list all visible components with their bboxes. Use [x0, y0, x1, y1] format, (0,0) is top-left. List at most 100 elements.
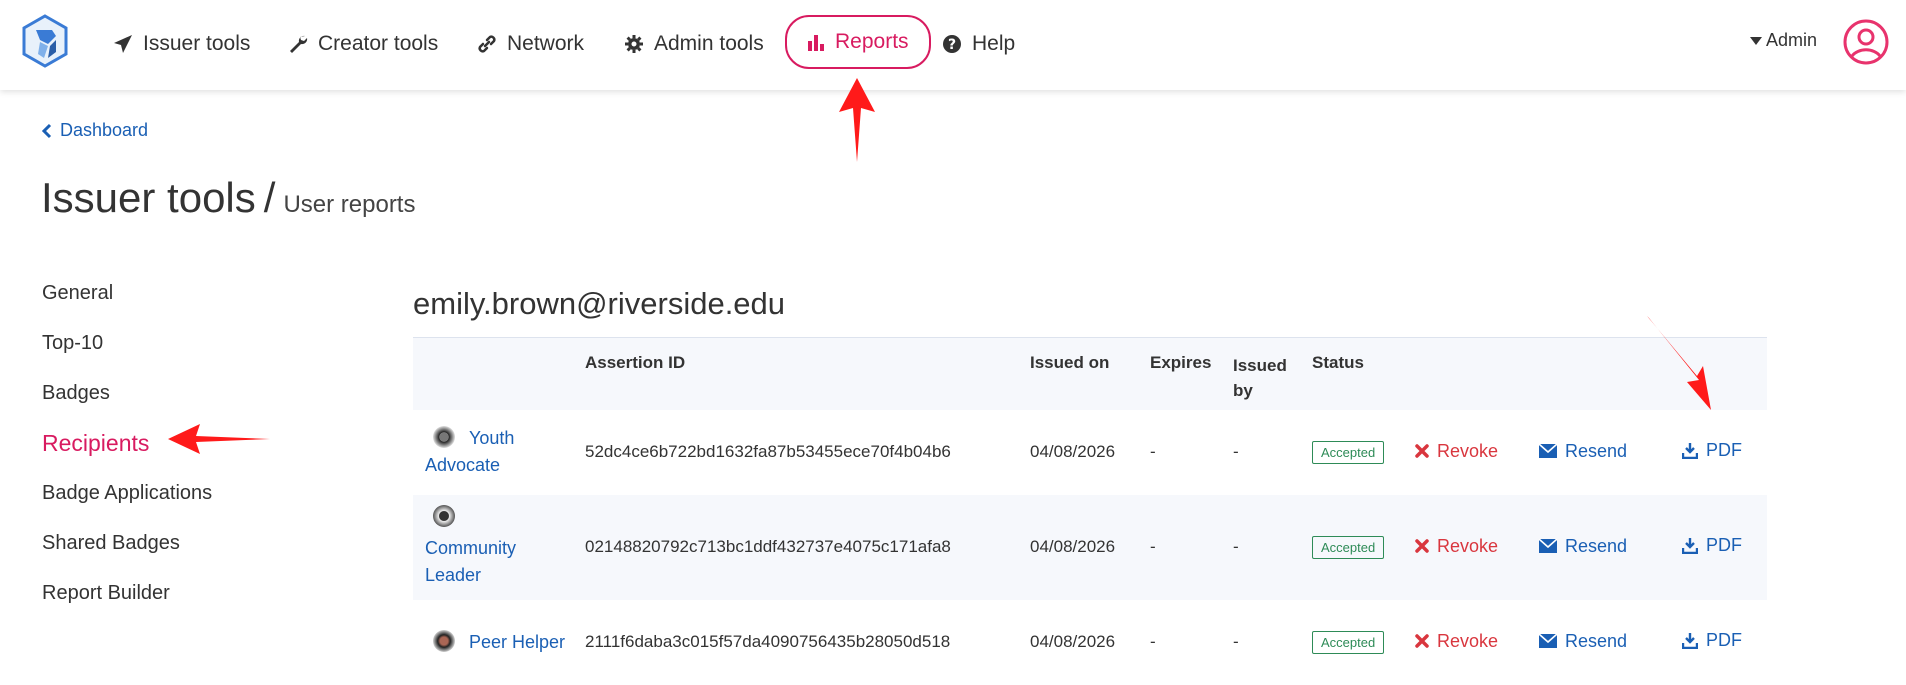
- col-resend: [1539, 338, 1682, 410]
- sidebar-item-report-builder[interactable]: Report Builder: [42, 568, 212, 618]
- times-icon: [1415, 634, 1429, 648]
- nav-issuer-tools-label: Issuer tools: [143, 32, 251, 55]
- assertion-id-cell: 2111f6daba3c015f57da4090756435b28050d518: [585, 632, 951, 651]
- nav-creator-tools-label: Creator tools: [318, 32, 439, 55]
- status-cell: Accepted: [1312, 495, 1415, 600]
- badge-link[interactable]: Peer Helper: [425, 629, 575, 656]
- admin-label: Admin: [1766, 30, 1818, 50]
- sidebar-item-badges[interactable]: Badges: [42, 368, 212, 418]
- badge-name[interactable]: Peer Helper: [469, 632, 565, 652]
- sidebar-item-shared-badges[interactable]: Shared Badges: [42, 518, 212, 568]
- col-status: Status: [1312, 353, 1364, 372]
- assertions-table: Assertion ID Issued on Expires Issued by…: [413, 337, 1767, 685]
- pdf-download-button[interactable]: PDF: [1682, 630, 1742, 651]
- assertion-id-cell: 02148820792c713bc1ddf432737e4075c171afa8: [585, 537, 951, 556]
- sidebar-item-recipients[interactable]: Recipients: [42, 418, 212, 468]
- status-cell: Accepted: [1312, 410, 1415, 495]
- assertion-id-cell: 52dc4ce6b722bd1632fa87b53455ece70f4b04b6: [585, 442, 951, 461]
- col-assertion-id: Assertion ID: [585, 353, 686, 372]
- resend-label: Resend: [1565, 630, 1628, 651]
- issued-by-cell: -: [1233, 442, 1239, 461]
- chevron-left-icon: [42, 123, 52, 138]
- col-issued-by-label: Issued by: [1233, 356, 1287, 400]
- svg-text:?: ?: [948, 37, 956, 53]
- badge-thumbnail: [433, 629, 455, 652]
- nav-issuer-tools[interactable]: Issuer tools: [113, 22, 250, 66]
- col-issued-by: Issued by: [1233, 338, 1312, 410]
- expires-cell: -: [1150, 442, 1156, 461]
- download-icon: [1682, 443, 1698, 459]
- admin-dropdown[interactable]: Admin: [1750, 30, 1817, 51]
- envelope-icon: [1539, 539, 1557, 554]
- revoke-button[interactable]: Revoke: [1415, 631, 1498, 652]
- col-expires: Expires: [1150, 353, 1212, 372]
- table-header-row: Assertion ID Issued on Expires Issued by…: [413, 337, 1767, 410]
- status-cell: Accepted: [1312, 600, 1415, 685]
- revoke-label: Revoke: [1437, 535, 1499, 556]
- status-badge: Accepted: [1312, 630, 1385, 654]
- breadcrumb-dashboard-link[interactable]: Dashboard: [60, 120, 148, 141]
- breadcrumb[interactable]: Dashboard: [42, 120, 148, 141]
- envelope-icon: [1539, 444, 1557, 459]
- download-icon: [1682, 538, 1698, 554]
- issued-by-cell: -: [1233, 632, 1239, 651]
- table-row: Community Leader 02148820792c713bc1ddf43…: [413, 494, 1767, 600]
- resend-cell: Resend: [1539, 600, 1682, 685]
- col-revoke: [1415, 338, 1539, 410]
- wrench-icon: [290, 35, 308, 53]
- expires-cell: -: [1150, 537, 1156, 556]
- resend-button[interactable]: Resend: [1539, 536, 1627, 557]
- link-icon: [478, 35, 496, 53]
- badge-link[interactable]: Youth Advocate: [425, 425, 575, 479]
- resend-label: Resend: [1565, 535, 1628, 556]
- issued-on-cell: 04/08/2026: [1030, 632, 1116, 651]
- nav-creator-tools[interactable]: Creator tools: [288, 22, 438, 66]
- nav-admin-tools-label: Admin tools: [654, 32, 764, 55]
- nav-help[interactable]: ? Help: [942, 22, 1015, 66]
- pdf-cell: PDF: [1682, 410, 1767, 495]
- resend-button[interactable]: Resend: [1539, 631, 1627, 652]
- expires-cell: -: [1150, 632, 1156, 651]
- revoke-cell: Revoke: [1415, 495, 1539, 600]
- pdf-download-button[interactable]: PDF: [1682, 535, 1742, 556]
- badge-link[interactable]: Community Leader: [425, 505, 575, 589]
- revoke-cell: Revoke: [1415, 600, 1539, 685]
- top-navbar: Issuer tools Creator tools Network Admin…: [0, 0, 1906, 90]
- pdf-cell: PDF: [1682, 495, 1767, 600]
- download-icon: [1682, 633, 1698, 649]
- revoke-cell: Revoke: [1415, 410, 1539, 495]
- resend-label: Resend: [1565, 440, 1628, 461]
- issued-on-cell: 04/08/2026: [1030, 537, 1116, 556]
- pdf-label: PDF: [1706, 630, 1742, 650]
- badge-cell: Youth Advocate: [413, 410, 585, 495]
- envelope-icon: [1539, 634, 1557, 649]
- badge-cell: Community Leader: [413, 495, 585, 600]
- col-badge: [413, 338, 585, 410]
- issued-on-cell: 04/08/2026: [1030, 442, 1116, 461]
- page-title-main: Issuer tools: [41, 174, 256, 221]
- annotation-arrow-reports: [839, 78, 875, 162]
- revoke-button[interactable]: Revoke: [1415, 441, 1498, 462]
- nav-help-label: Help: [972, 32, 1016, 55]
- report-sidebar: General Top-10 Badges Recipients Badge A…: [42, 268, 212, 618]
- sidebar-item-badge-applications[interactable]: Badge Applications: [42, 468, 212, 518]
- app-logo-icon[interactable]: [22, 14, 68, 68]
- page-subtitle: User reports: [283, 191, 416, 218]
- caret-down-icon: [1750, 36, 1762, 45]
- times-icon: [1415, 539, 1429, 553]
- nav-network[interactable]: Network: [477, 22, 584, 66]
- user-avatar-icon[interactable]: [1843, 19, 1889, 65]
- sidebar-item-top-10[interactable]: Top-10: [42, 318, 212, 368]
- issued-by-cell: -: [1233, 537, 1239, 556]
- resend-button[interactable]: Resend: [1539, 441, 1627, 462]
- sidebar-item-general[interactable]: General: [42, 268, 212, 318]
- revoke-button[interactable]: Revoke: [1415, 536, 1498, 557]
- nav-reports-label: Reports: [835, 30, 909, 53]
- revoke-label: Revoke: [1437, 440, 1499, 461]
- paper-plane-icon: [114, 35, 132, 53]
- nav-reports[interactable]: Reports: [785, 15, 931, 69]
- pdf-download-button[interactable]: PDF: [1682, 440, 1742, 461]
- nav-admin-tools[interactable]: Admin tools: [624, 22, 764, 66]
- col-pdf: [1682, 338, 1767, 410]
- badge-name[interactable]: Community Leader: [425, 538, 516, 585]
